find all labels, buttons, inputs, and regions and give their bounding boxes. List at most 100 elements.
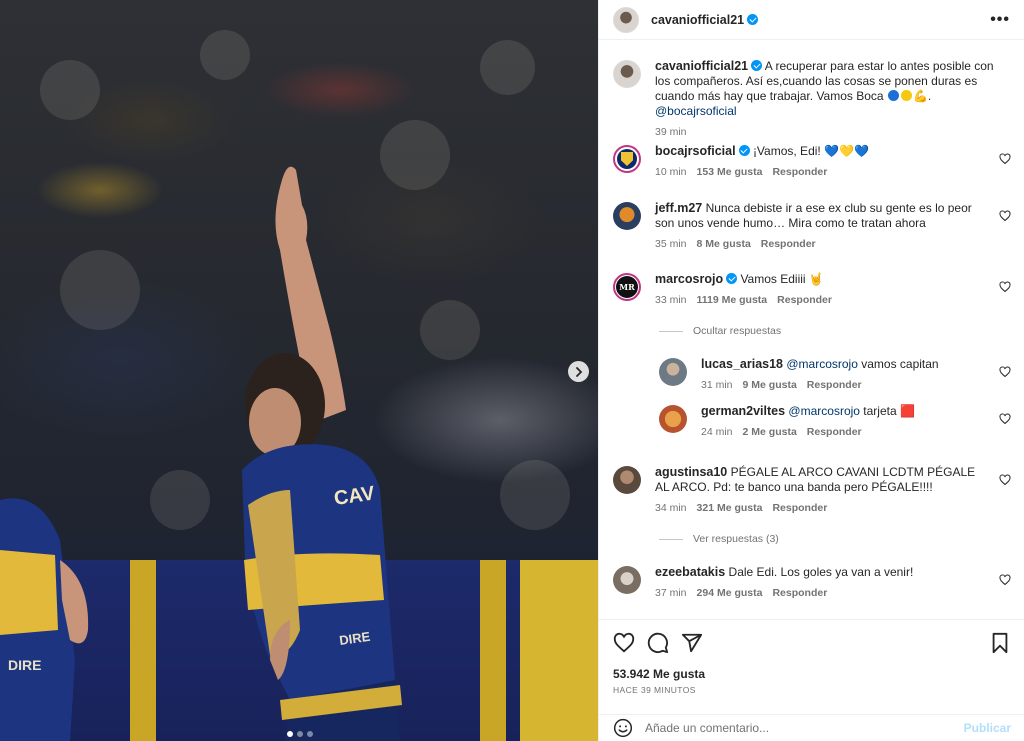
verified-icon: [751, 60, 763, 71]
divider: [659, 330, 683, 332]
avatar[interactable]: [659, 358, 687, 386]
banner-yellow: [520, 560, 598, 741]
comment-text: Nunca debiste ir a ese ex club su gente …: [655, 201, 972, 230]
reply-username[interactable]: german2viltes: [701, 404, 785, 418]
header-username[interactable]: cavaniofficial21: [651, 13, 744, 27]
hide-replies-label: Ocultar respuestas: [693, 325, 782, 337]
comment-likes[interactable]: 1119 Me gusta: [697, 294, 768, 306]
banner-stripe: [130, 560, 156, 741]
comment-time[interactable]: 34 min: [655, 502, 687, 514]
heart-icon[interactable]: [999, 210, 1011, 222]
reply-button[interactable]: Responder: [772, 502, 827, 514]
heart-icon[interactable]: [999, 153, 1011, 165]
smiley-icon[interactable]: [613, 718, 633, 738]
comment-input[interactable]: [645, 721, 945, 735]
carousel-dot: [297, 731, 303, 737]
share-icon[interactable]: [681, 632, 703, 654]
comment-time[interactable]: 35 min: [655, 238, 687, 250]
reply-button[interactable]: Responder: [807, 379, 862, 391]
avatar[interactable]: MR: [613, 273, 641, 301]
avatar[interactable]: [613, 60, 641, 88]
avatar[interactable]: [659, 405, 687, 433]
verified-icon: [726, 273, 738, 284]
player-figure: CAV DIRE: [242, 166, 402, 741]
publish-button[interactable]: Publicar: [964, 721, 1011, 735]
verified-icon: [738, 145, 750, 156]
more-horizontal-icon[interactable]: •••: [990, 11, 1010, 29]
likes-count[interactable]: 53.942 Me gusta: [613, 667, 705, 681]
comment-item: MR marcosrojo Vamos Ediiii 🤘 33 min 1119…: [613, 272, 1011, 306]
avatar[interactable]: [613, 202, 641, 230]
comment-likes[interactable]: 153 Me gusta: [697, 166, 763, 178]
reply-time[interactable]: 24 min: [701, 426, 733, 438]
comment-username[interactable]: agustinsa10: [655, 465, 727, 479]
comments-list[interactable]: cavaniofficial21 A recuperar para estar …: [599, 41, 1024, 619]
post-side-panel: cavaniofficial21 ••• cavaniofficial21 A …: [598, 0, 1024, 741]
heart-icon[interactable]: [613, 632, 635, 654]
next-slide-button[interactable]: [568, 361, 589, 382]
comment-username[interactable]: jeff.m27: [655, 201, 702, 215]
comment-likes[interactable]: 294 Me gusta: [697, 587, 763, 599]
carousel-dot: [287, 731, 293, 737]
post-caption: cavaniofficial21 A recuperar para estar …: [613, 59, 1011, 138]
reply-button[interactable]: Responder: [772, 587, 827, 599]
post-time[interactable]: HACE 39 MINUTOS: [613, 685, 696, 695]
teammate-figure: DIRE: [0, 498, 89, 741]
reply-button[interactable]: Responder: [761, 238, 816, 250]
comment-username[interactable]: ezeebatakis: [655, 565, 725, 579]
svg-text:DIRE: DIRE: [8, 657, 41, 673]
carousel-dots: [287, 731, 313, 737]
comment-item: agustinsa10 PÉGALE AL ARCO CAVANI LCDTM …: [613, 465, 1011, 514]
comment-text: Vamos Ediiii 🤘: [740, 272, 824, 286]
caption-emojis: 💪: [887, 89, 928, 103]
reply-likes[interactable]: 2 Me gusta: [743, 426, 797, 438]
reply-likes[interactable]: 9 Me gusta: [743, 379, 797, 391]
carousel-dot: [307, 731, 313, 737]
view-replies-button[interactable]: Ver respuestas (3): [659, 533, 779, 545]
banner-stripe: [480, 560, 506, 741]
verified-icon: [747, 14, 759, 25]
reply-item: german2viltes @marcosrojo tarjeta 🟥 24 m…: [659, 404, 1011, 438]
reply-item: lucas_arias18 @marcosrojo vamos capitan …: [659, 357, 1011, 391]
reply-time[interactable]: 31 min: [701, 379, 733, 391]
reply-button[interactable]: Responder: [807, 426, 862, 438]
heart-icon[interactable]: [999, 366, 1011, 378]
reply-username[interactable]: lucas_arias18: [701, 357, 783, 371]
comment-text: ¡Vamos, Edi! 💙💛💙: [752, 144, 869, 158]
chevron-right-icon: [575, 366, 582, 377]
reply-mention[interactable]: @marcosrojo: [786, 357, 858, 371]
reply-button[interactable]: Responder: [777, 294, 832, 306]
avatar-monogram: MR: [616, 276, 638, 298]
reply-button[interactable]: Responder: [772, 166, 827, 178]
comment-text: Dale Edi. Los goles ya van a venir!: [728, 565, 914, 579]
comment-icon[interactable]: [647, 632, 669, 654]
comment-likes[interactable]: 321 Me gusta: [697, 502, 763, 514]
heart-icon[interactable]: [999, 474, 1011, 486]
post-photo[interactable]: CAV DIRE DIRE: [0, 0, 598, 741]
bookmark-icon[interactable]: [989, 632, 1011, 654]
comment-item: ezeebatakis Dale Edi. Los goles ya van a…: [613, 565, 1011, 599]
comment-composer: Publicar: [599, 714, 1024, 741]
comment-item: bocajrsoficial ¡Vamos, Edi! 💙💛💙 10 min 1…: [613, 144, 1011, 178]
heart-icon[interactable]: [999, 574, 1011, 586]
comment-likes[interactable]: 8 Me gusta: [697, 238, 751, 250]
heart-icon[interactable]: [999, 413, 1011, 425]
caption-mention[interactable]: @bocajrsoficial: [655, 104, 737, 118]
avatar[interactable]: [613, 466, 641, 494]
post-actions: 53.942 Me gusta HACE 39 MINUTOS: [599, 619, 1024, 714]
comment-time[interactable]: 37 min: [655, 587, 687, 599]
avatar[interactable]: [613, 6, 639, 33]
caption-time[interactable]: 39 min: [655, 126, 687, 138]
comment-username[interactable]: bocajrsoficial: [655, 144, 736, 158]
avatar[interactable]: [613, 145, 641, 173]
reply-mention[interactable]: @marcosrojo: [788, 404, 860, 418]
hide-replies-button[interactable]: Ocultar respuestas: [659, 325, 781, 337]
comment-username[interactable]: marcosrojo: [655, 272, 723, 286]
caption-username[interactable]: cavaniofficial21: [655, 59, 748, 73]
avatar[interactable]: [613, 566, 641, 594]
view-replies-label: Ver respuestas (3): [693, 533, 779, 545]
comment-time[interactable]: 10 min: [655, 166, 687, 178]
reply-text: vamos capitan: [861, 357, 939, 371]
heart-icon[interactable]: [999, 281, 1011, 293]
comment-time[interactable]: 33 min: [655, 294, 687, 306]
